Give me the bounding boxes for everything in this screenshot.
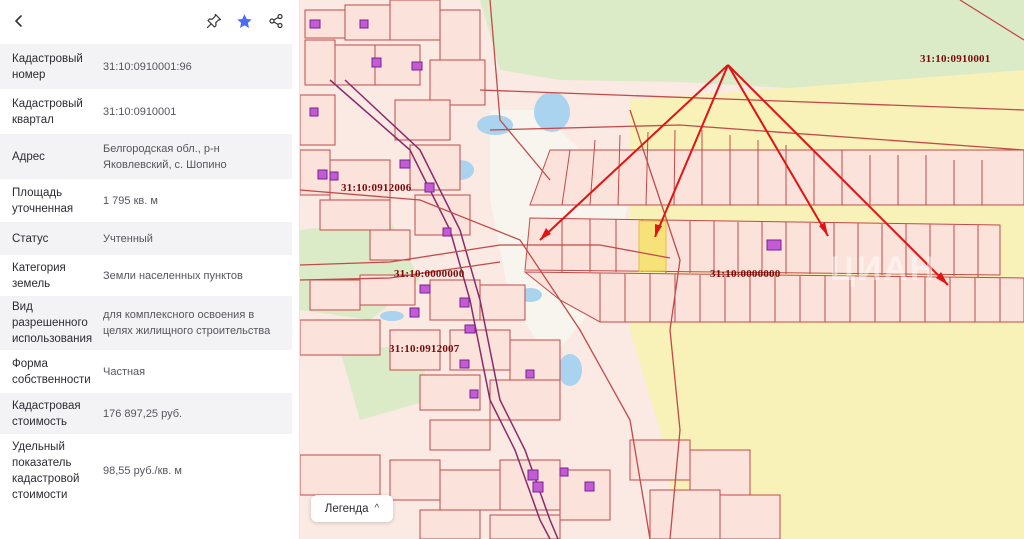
row-specific-value: Удельный показатель кадастровой стоимост… [0,434,292,506]
row-value: 176 897,25 руб. [103,407,183,420]
quarter-label: 31:10:0000000 [710,268,781,280]
pin-icon [206,13,222,29]
row-cadastral-value: Кадастровая стоимость 176 897,25 руб. [0,392,292,434]
row-permitted-use: Вид разрешенного использования для компл… [0,295,292,350]
star-icon [236,13,252,28]
row-label: Кадастровый квартал [12,97,83,126]
row-area: Площадь уточненная 1 795 кв. м [0,179,292,221]
row-label: Адрес [12,150,45,163]
share-button[interactable] [261,6,291,36]
quarter-label: 31:10:0000000 [394,268,465,280]
row-value[interactable]: 31:10:0910001 [103,104,292,120]
row-value: Учтенный [103,232,153,245]
chevron-up-icon: ^ [374,503,380,514]
map-watermark: ЦИАН [830,250,937,288]
row-cadastral-number: Кадастровый номер 31:10:0910001:96 [0,43,292,89]
quarter-label: 31:10:0912006 [341,182,412,194]
parcel-info-panel: Кадастровый номер 31:10:0910001:96 Кадас… [0,0,300,539]
quarter-label: 31:10:0910001 [920,53,991,65]
selected-parcel [638,220,667,272]
details-list: Кадастровый номер 31:10:0910001:96 Кадас… [0,43,292,506]
row-label: Категория земель [12,261,66,290]
legend-label: Легенда [324,502,369,515]
row-value: Частная [103,365,146,378]
cadastral-map[interactable]: ЦИАН 31:10:0910001 31:10:0912006 31:10:0… [300,0,1024,539]
quarter-label: 31:10:0912007 [389,343,460,355]
row-value: Земли населенных пунктов [103,269,243,282]
row-value: Белгородская обл., р-н Яковлевский, с. Ш… [103,142,227,171]
row-address: Адрес Белгородская обл., р-н Яковлевский… [0,133,292,179]
row-label: Кадастровый номер [12,52,83,81]
row-label: Кадастровая стоимость [12,399,81,428]
panel-header [0,0,299,43]
row-value: 98,55 руб./кв. м [103,464,182,477]
row-label: Статус [12,232,49,245]
row-value: для комплексного освоения в целях жилищн… [103,309,271,337]
back-button[interactable] [4,6,34,36]
row-land-category: Категория земель Земли населенных пункто… [0,255,292,295]
favorite-button[interactable] [229,6,259,36]
chevron-left-icon [15,15,22,27]
row-value: 1 795 кв. м [103,194,158,207]
legend-button[interactable]: Легенда ^ [311,495,393,522]
row-label: Форма собственности [12,357,91,386]
row-status: Статус Учтенный [0,221,292,255]
row-label: Площадь уточненная [12,186,74,215]
share-icon [269,13,283,29]
row-value[interactable]: 31:10:0910001:96 [103,59,292,75]
pin-button[interactable] [199,6,229,36]
row-ownership: Форма собственности Частная [0,350,292,392]
row-label: Удельный показатель кадастровой стоимост… [12,440,80,501]
row-cadastral-quarter: Кадастровый квартал 31:10:0910001 [0,89,292,133]
row-label: Вид разрешенного использования [12,301,93,345]
